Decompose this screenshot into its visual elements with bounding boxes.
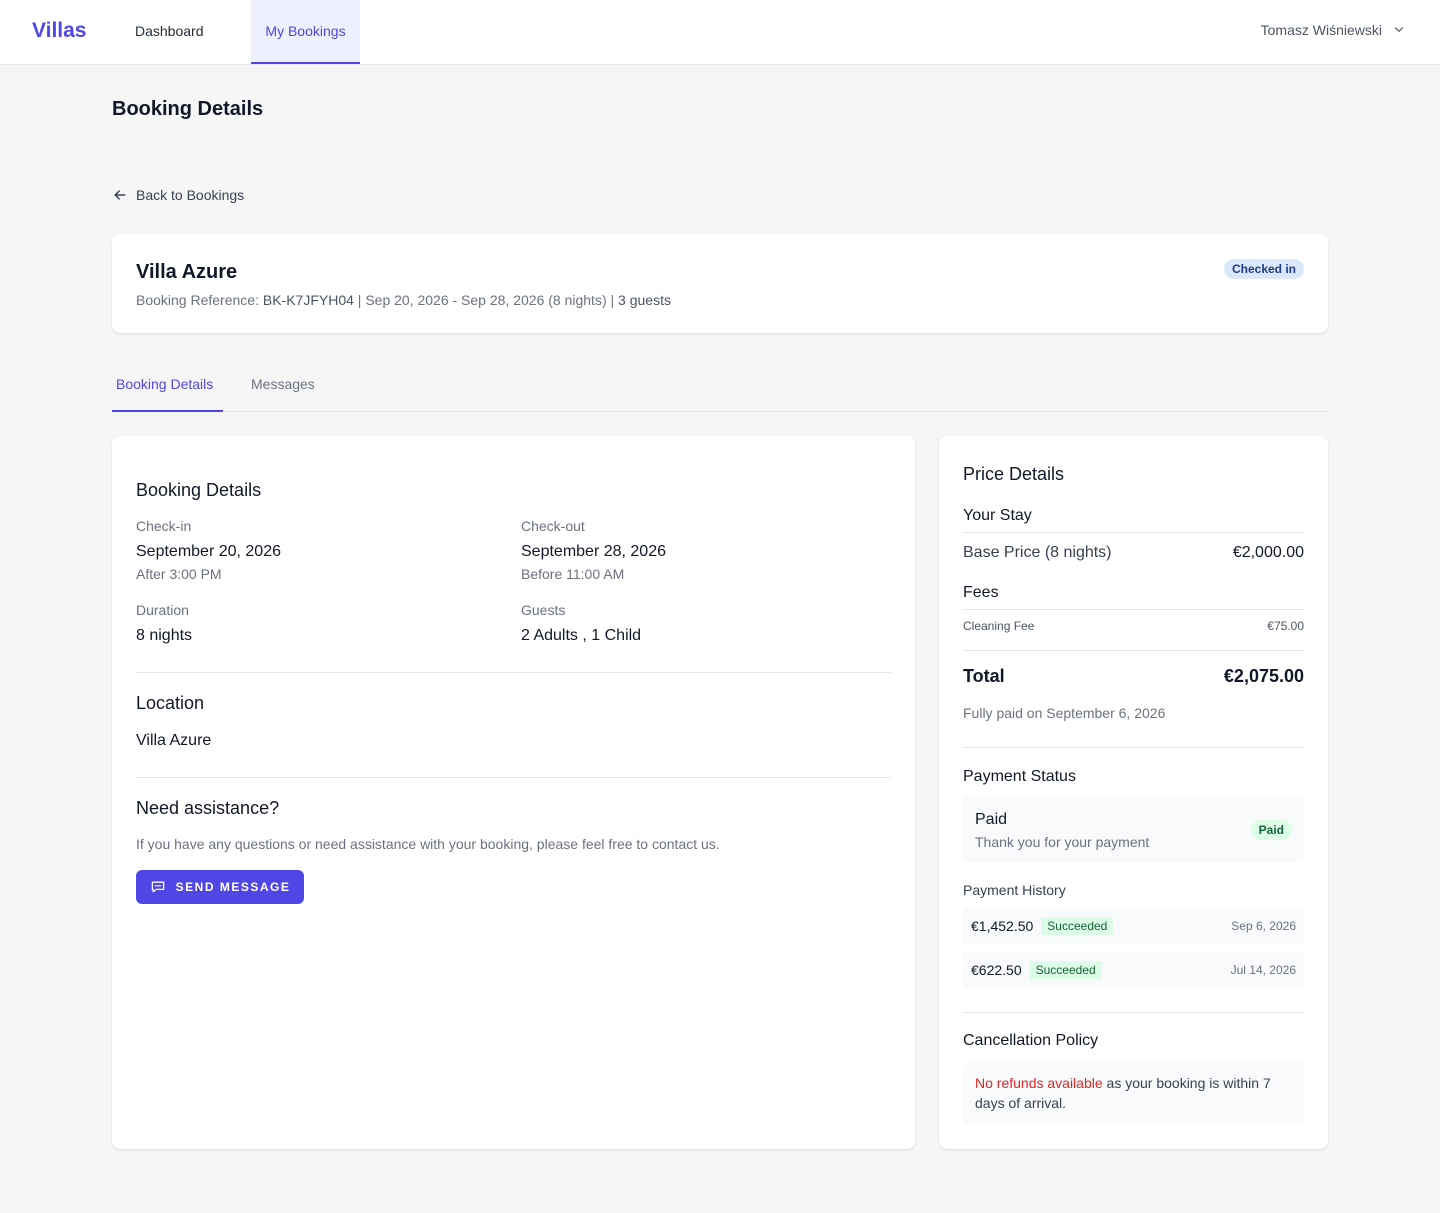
top-nav: Villas Dashboard My Bookings Tomasz Wiśn… xyxy=(0,0,1440,65)
cleaning-fee-value: €75.00 xyxy=(1267,619,1304,633)
nav-link-my-bookings[interactable]: My Bookings xyxy=(251,0,360,64)
arrow-left-icon xyxy=(114,190,126,200)
total-row: Total €2,075.00 xyxy=(963,666,1304,687)
payment-amount: €622.50 xyxy=(971,962,1022,978)
fees-heading: Fees xyxy=(963,584,999,601)
divider xyxy=(963,650,1304,651)
assist-text: If you have any questions or need assist… xyxy=(136,836,720,852)
price-details-card: Price Details Your Stay Base Price (8 ni… xyxy=(939,436,1328,1149)
back-to-bookings-link[interactable]: Back to Bookings xyxy=(112,187,244,203)
cleaning-fee-row: Cleaning Fee €75.00 xyxy=(963,619,1304,633)
divider xyxy=(963,1012,1304,1013)
base-price-label: Base Price (8 nights) xyxy=(963,544,1112,561)
status-badge: Checked in xyxy=(1223,259,1304,279)
tab-booking-details[interactable]: Booking Details xyxy=(112,362,223,412)
divider xyxy=(136,777,891,778)
divider xyxy=(963,747,1304,748)
location-title: Location xyxy=(136,693,205,713)
tab-messages[interactable]: Messages xyxy=(247,362,319,412)
details-title: Booking Details xyxy=(136,480,262,500)
price-title: Price Details xyxy=(963,464,1065,484)
location-value: Villa Azure xyxy=(136,732,212,749)
base-price-value: €2,000.00 xyxy=(1232,544,1304,561)
page-title: Booking Details xyxy=(112,98,264,120)
tab-bar: Booking Details Messages xyxy=(112,362,1328,412)
guests-label: Guests xyxy=(521,602,566,618)
send-message-button[interactable]: SEND MESSAGE xyxy=(136,870,304,904)
checkin-label: Check-in xyxy=(136,518,192,534)
total-value: €2,075.00 xyxy=(1223,666,1304,686)
reference-label: Booking Reference: xyxy=(136,292,263,308)
payment-status-box: Paid Thank you for your payment Paid xyxy=(963,796,1304,862)
booking-meta: Booking Reference: BK-K7JFYH04 | Sep 20,… xyxy=(136,292,671,308)
nav-link-dashboard[interactable]: Dashboard xyxy=(123,0,216,64)
total-label: Total xyxy=(963,666,1005,686)
guest-count: 3 guests xyxy=(618,292,671,308)
checkout-time: Before 11:00 AM xyxy=(521,566,625,582)
duration-label: Duration xyxy=(136,602,189,618)
user-menu[interactable]: Tomasz Wiśniewski xyxy=(1261,22,1406,38)
payment-history-row: €622.50 Succeeded Jul 14, 2026 xyxy=(963,952,1304,988)
divider xyxy=(963,532,1304,533)
booking-header-card: Villa Azure Booking Reference: BK-K7JFYH… xyxy=(112,234,1328,333)
paid-note: Fully paid on September 6, 2026 xyxy=(963,705,1166,721)
payment-status-tag: Succeeded xyxy=(1041,917,1114,935)
checkin-time: After 3:00 PM xyxy=(136,566,222,582)
divider xyxy=(963,609,1304,610)
checkout-label: Check-out xyxy=(521,518,585,534)
cancellation-policy-title: Cancellation Policy xyxy=(963,1032,1099,1049)
duration-value: 8 nights xyxy=(136,627,193,644)
chevron-down-icon xyxy=(1394,27,1404,33)
payment-history-title: Payment History xyxy=(963,882,1066,898)
booking-dates: | Sep 20, 2026 - Sep 28, 2026 (8 nights)… xyxy=(353,292,619,308)
payment-date: Jul 14, 2026 xyxy=(1230,963,1296,977)
back-link-label: Back to Bookings xyxy=(136,187,245,203)
paid-badge: Paid xyxy=(1250,820,1292,840)
payment-history-row: €1,452.50 Succeeded Sep 6, 2026 xyxy=(963,908,1304,944)
no-refund-text: No refunds available xyxy=(975,1075,1103,1091)
payment-status-title: Payment Status xyxy=(963,768,1076,785)
brand-logo[interactable]: Villas xyxy=(32,19,87,43)
cleaning-fee-label: Cleaning Fee xyxy=(963,619,1035,633)
chat-icon xyxy=(151,881,164,893)
send-message-label: SEND MESSAGE xyxy=(175,880,291,894)
payment-date: Sep 6, 2026 xyxy=(1231,919,1296,933)
stay-heading: Your Stay xyxy=(963,507,1032,524)
payment-status-value: Paid xyxy=(975,811,1008,828)
checkin-date: September 20, 2026 xyxy=(136,543,281,560)
payment-status-tag: Succeeded xyxy=(1029,961,1102,979)
booking-details-card: Booking Details Check-in September 20, 2… xyxy=(112,436,915,1149)
checkout-date: September 28, 2026 xyxy=(521,543,666,560)
divider xyxy=(136,672,891,673)
booking-reference: BK-K7JFYH04 xyxy=(262,292,354,308)
payment-status-sub: Thank you for your payment xyxy=(975,834,1150,850)
guests-value: 2 Adults , 1 Child xyxy=(521,627,642,644)
payment-amount: €1,452.50 xyxy=(971,918,1034,934)
assist-title: Need assistance? xyxy=(136,798,280,818)
base-price-row: Base Price (8 nights) €2,000.00 xyxy=(963,544,1304,562)
cancellation-policy-box: No refunds available as your booking is … xyxy=(963,1061,1304,1125)
villa-name: Villa Azure xyxy=(136,261,238,283)
user-name: Tomasz Wiśniewski xyxy=(1260,22,1382,38)
